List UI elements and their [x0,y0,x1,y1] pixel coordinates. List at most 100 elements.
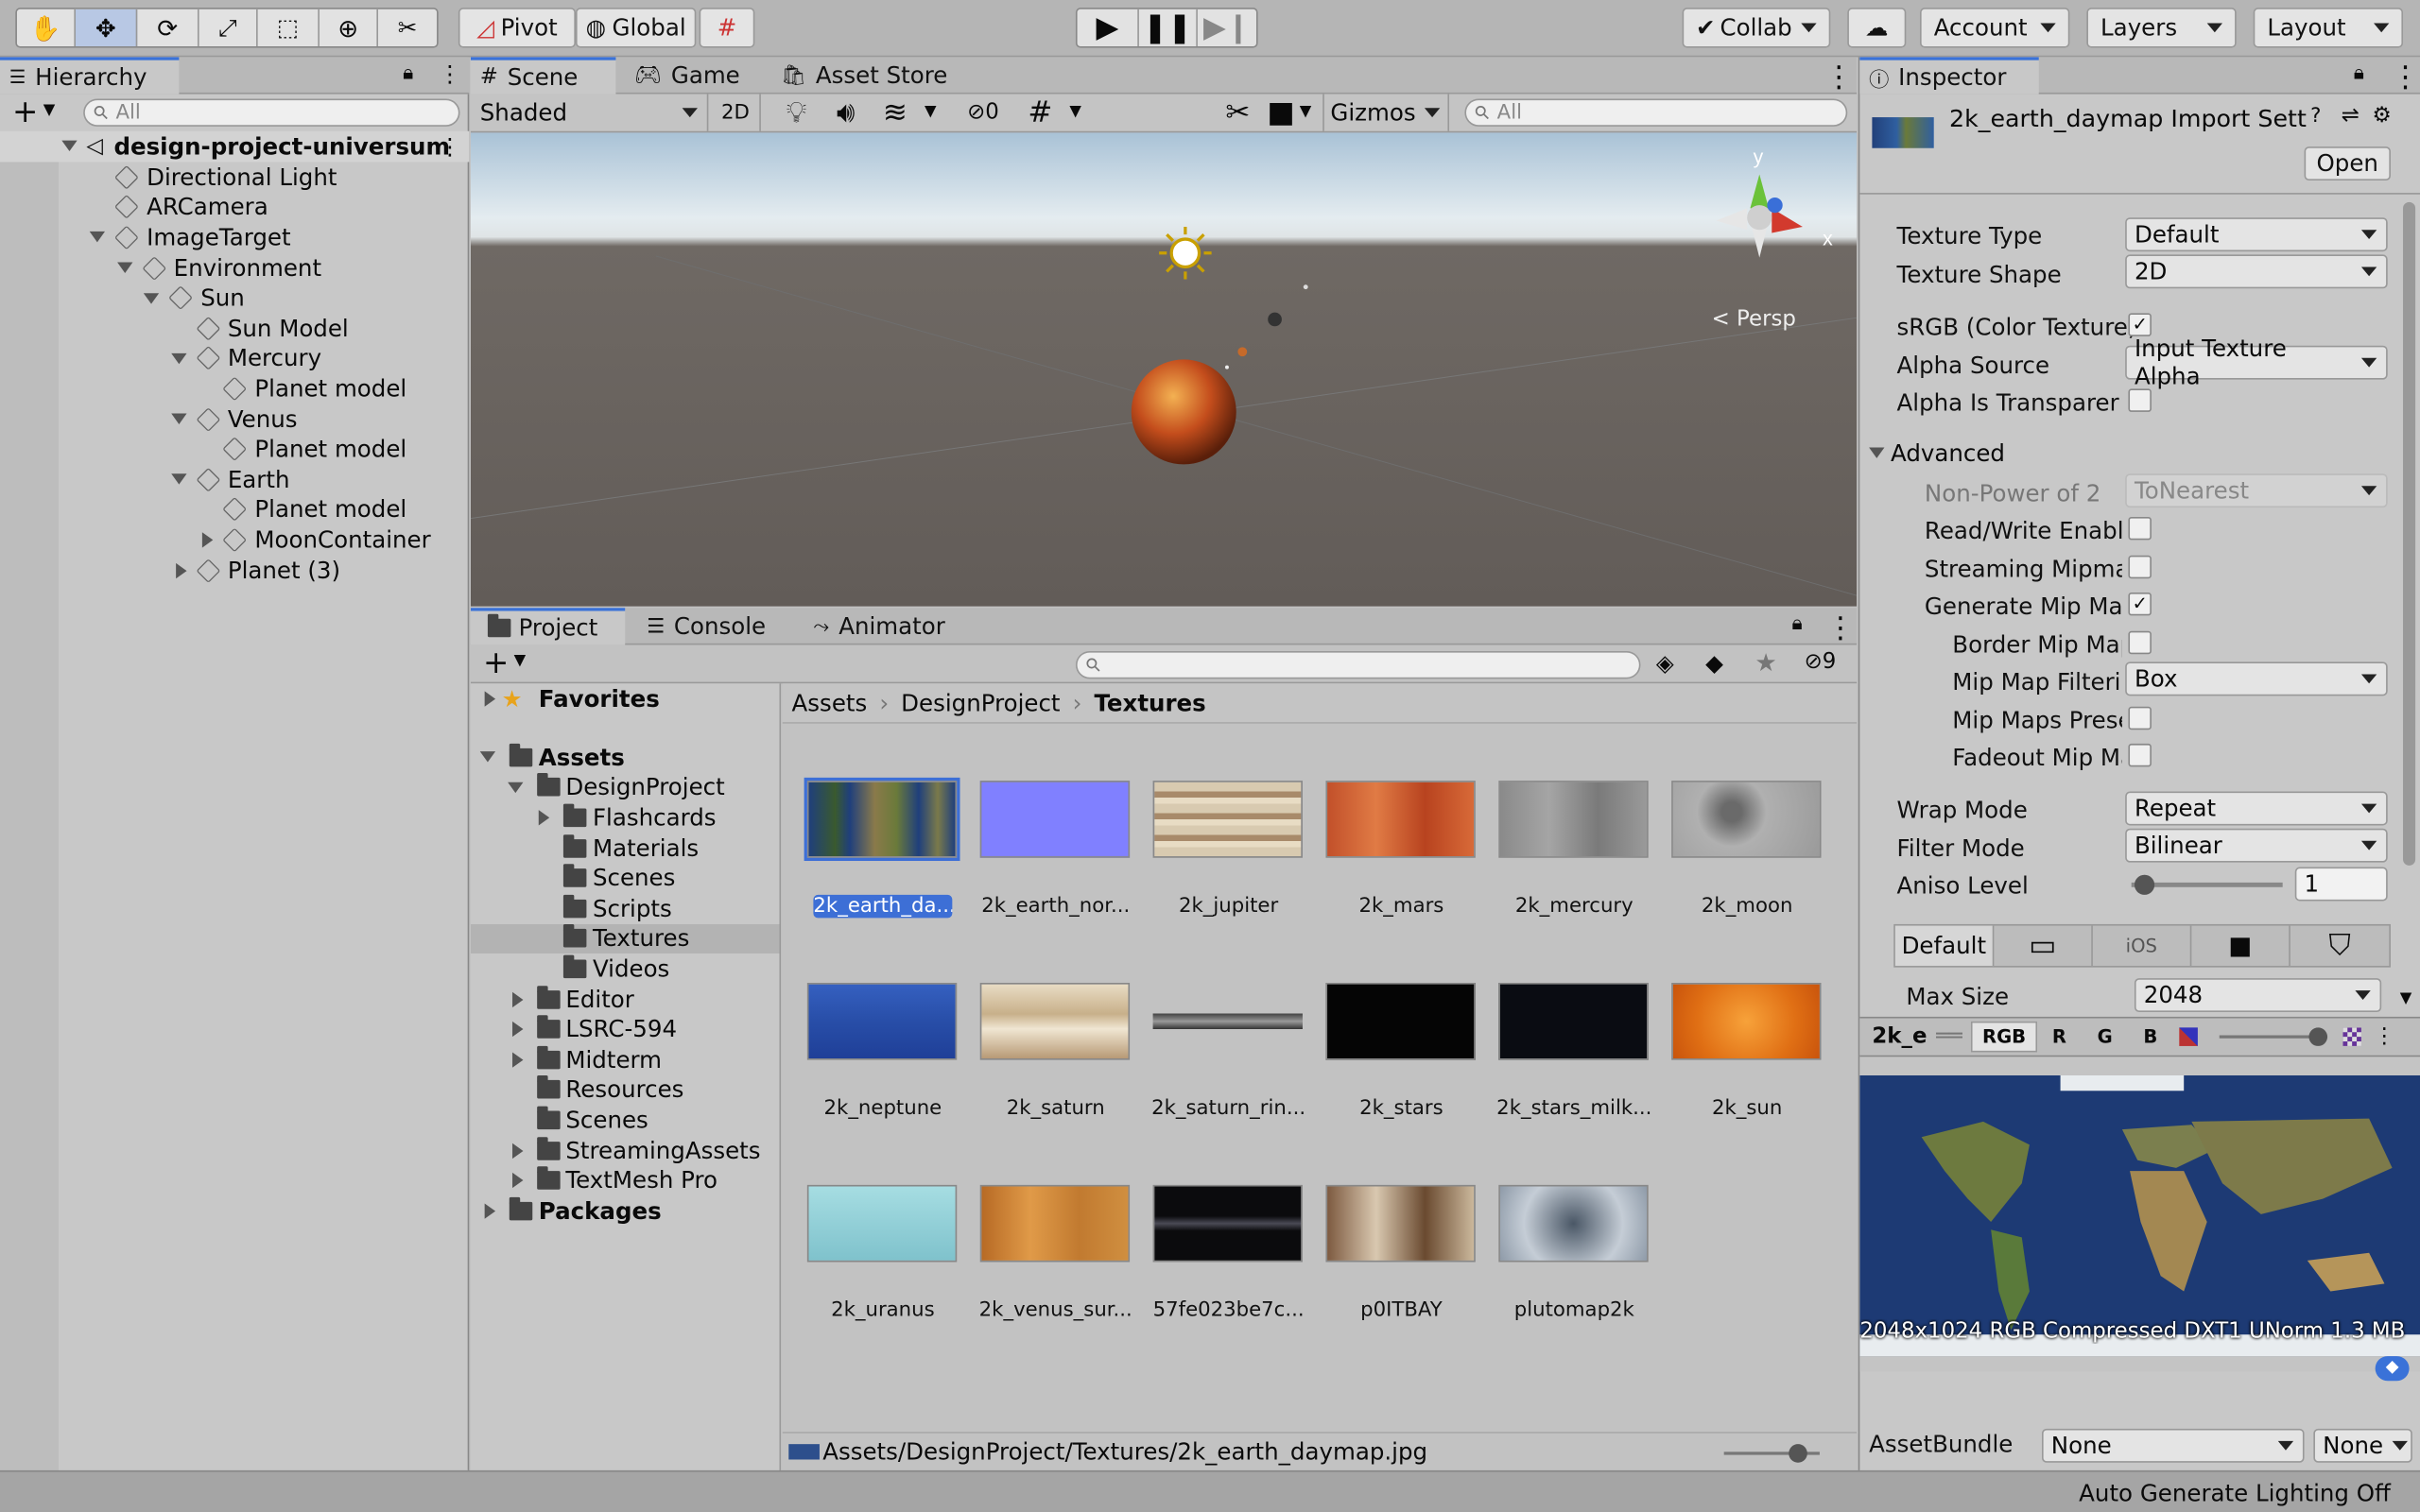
texture-thumbnail[interactable] [979,1184,1131,1263]
hidden-packages-toggle[interactable]: ⊘9 [1805,649,1837,674]
aniso-slider-track[interactable] [2131,874,2283,895]
breadcrumb-designproject[interactable]: DesignProject [901,689,1060,716]
scene-gizmo[interactable] [1716,174,1803,258]
texture-shape-dropdown[interactable]: 2D [2125,254,2388,289]
tab-hierarchy[interactable]: ☰ Hierarchy [0,57,180,94]
texture-name[interactable]: 2k_earth_nor... [969,895,1142,918]
texture-thumbnail[interactable] [806,1184,958,1263]
grid-toggle-icon[interactable]: # [1020,94,1060,131]
mip-slider-handle[interactable] [2308,1027,2327,1046]
texture-name[interactable]: 2k_uranus [796,1299,969,1322]
texture-thumbnail[interactable] [1152,982,1303,1060]
hierarchy-item[interactable]: Directional Light [0,162,469,192]
texture-name[interactable]: 57fe023be7c... [1142,1299,1315,1322]
hierarchy-item[interactable]: Sun [0,283,469,313]
collapse-arrow-icon[interactable] [511,1052,530,1068]
earth-planet[interactable] [1237,347,1248,357]
project-folder-item[interactable]: Resources [471,1074,780,1105]
breadcrumb-assets[interactable]: Assets [792,689,868,716]
platform-tab-default[interactable]: Default [1894,925,1995,967]
lock-icon[interactable]: 🔒︎ [403,61,413,84]
expand-arrow-icon[interactable] [507,782,523,801]
expand-arrow-icon[interactable] [170,473,186,493]
layout-dropdown[interactable]: Layout [2253,8,2404,48]
scene-menu-icon[interactable]: ⋮ [439,132,461,160]
expand-arrow-icon[interactable] [116,262,132,282]
tab-inspector[interactable]: ⓘ Inspector [1859,57,2039,94]
platform-tab-ios[interactable]: iOS [2093,925,2192,967]
fadeout-mipmap-checkbox[interactable] [2128,743,2152,767]
layers-dropdown[interactable]: Layers [2086,8,2237,48]
inspector-lock-icon[interactable]: 🔒︎ [2354,61,2364,84]
channel-rgb[interactable]: RGB [1971,1021,2037,1053]
collapse-arrow-icon[interactable] [511,1173,530,1189]
breadcrumb-textures[interactable]: Textures [1094,689,1205,716]
hierarchy-search-input[interactable]: All [83,98,460,127]
lighting-status[interactable]: Auto Generate Lighting Off [2079,1480,2391,1507]
project-folder-item[interactable]: Videos [471,954,780,984]
preview-kebab-icon[interactable]: ⋮ [2374,1024,2395,1049]
collapse-arrow-icon[interactable] [484,1203,504,1219]
channel-g[interactable]: G [2082,1022,2128,1050]
expand-arrow-icon[interactable] [479,751,496,771]
aniso-slider-handle[interactable] [2134,874,2154,895]
texture-thumbnail[interactable] [979,982,1131,1060]
project-search-input[interactable] [1075,650,1641,679]
texture-thumbnail[interactable] [806,982,958,1060]
custom-tool-icon[interactable]: ✂ [378,9,437,46]
max-size-dropdown[interactable]: 2048 [2134,978,2382,1013]
favorite-star-icon[interactable]: ★ [1754,648,1776,678]
shading-dropdown[interactable]: Shaded [471,94,709,131]
tab-console[interactable]: ☰ Console [637,608,801,644]
account-dropdown[interactable]: Account [1920,8,2070,48]
texture-name[interactable]: 2k_saturn [969,1097,1142,1120]
texture-name[interactable]: 2k_earth_da... [813,894,953,919]
checker-icon[interactable] [2342,1027,2361,1046]
project-folder-item[interactable]: Scripts [471,893,780,923]
scene-root-row[interactable]: ◁ design-project-universum ⋮ [0,130,470,162]
slider-handle[interactable] [1789,1444,1807,1463]
hierarchy-item[interactable]: Planet model [0,494,469,524]
moon-planet[interactable] [1303,284,1308,290]
alpha-channel-icon[interactable] [2179,1027,2198,1046]
tab-animator[interactable]: ⤳ Animator [804,608,975,644]
lighting-toggle-icon[interactable]: 💡︎ [776,94,816,131]
project-folder-item[interactable]: Scenes [471,863,780,893]
search-by-type-icon[interactable]: ◈ [1656,649,1674,677]
help-icon[interactable]: ? [2310,105,2321,128]
scrollbar-thumb[interactable] [2403,201,2416,866]
asset-label-tag-icon[interactable]: ◆ [2375,1356,2410,1382]
generate-mipmap-checkbox[interactable]: ✓ [2128,592,2152,616]
project-folder-item[interactable]: Midterm [471,1044,780,1074]
expand-arrow-icon[interactable] [170,352,186,372]
project-folder-item[interactable]: Packages [471,1195,780,1226]
html5-icon[interactable]: ⛉ [2290,926,2389,966]
hierarchy-item[interactable]: Venus [0,404,469,434]
thumbnail-size-slider[interactable] [1723,1444,1820,1463]
texture-name[interactable]: 2k_venus_sur... [969,1299,1142,1322]
texture-thumbnail[interactable] [1498,781,1649,858]
effects-toggle-icon[interactable]: ≋ [875,94,915,131]
alpha-source-dropdown[interactable]: Input Texture Alpha [2125,335,2388,390]
expand-arrow-icon[interactable] [170,413,186,433]
grid-chevron-icon[interactable]: ▼ [1069,103,1081,120]
hierarchy-item[interactable]: Mercury [0,343,469,373]
aniso-level-input[interactable]: 1 [2294,867,2388,902]
sun-light-icon[interactable] [1159,226,1212,280]
assetbundle-variant-dropdown[interactable]: None [2313,1428,2412,1463]
effects-chevron-icon[interactable]: ▼ [925,103,937,120]
texture-name[interactable]: 2k_jupiter [1142,895,1315,918]
project-folder-item[interactable]: ★ Favorites [471,683,780,713]
collapse-arrow-icon[interactable] [511,991,530,1007]
texture-thumbnail[interactable] [1671,781,1822,858]
tab-asset-store[interactable]: 🛍︎ Asset Store [771,57,957,94]
texture-name[interactable]: 2k_stars [1315,1097,1488,1120]
project-folder-item[interactable]: DesignProject [471,772,780,802]
texture-thumbnail[interactable] [1325,781,1476,858]
cloud-button[interactable]: ☁ [1847,8,1907,48]
camera-icon[interactable]: ■ [1264,94,1298,131]
texture-thumbnail[interactable] [1152,781,1303,858]
hand-tool-icon[interactable]: ✋ [17,9,76,46]
project-create-icon[interactable]: + [483,644,509,680]
project-folder-item[interactable]: Textures [470,923,780,954]
